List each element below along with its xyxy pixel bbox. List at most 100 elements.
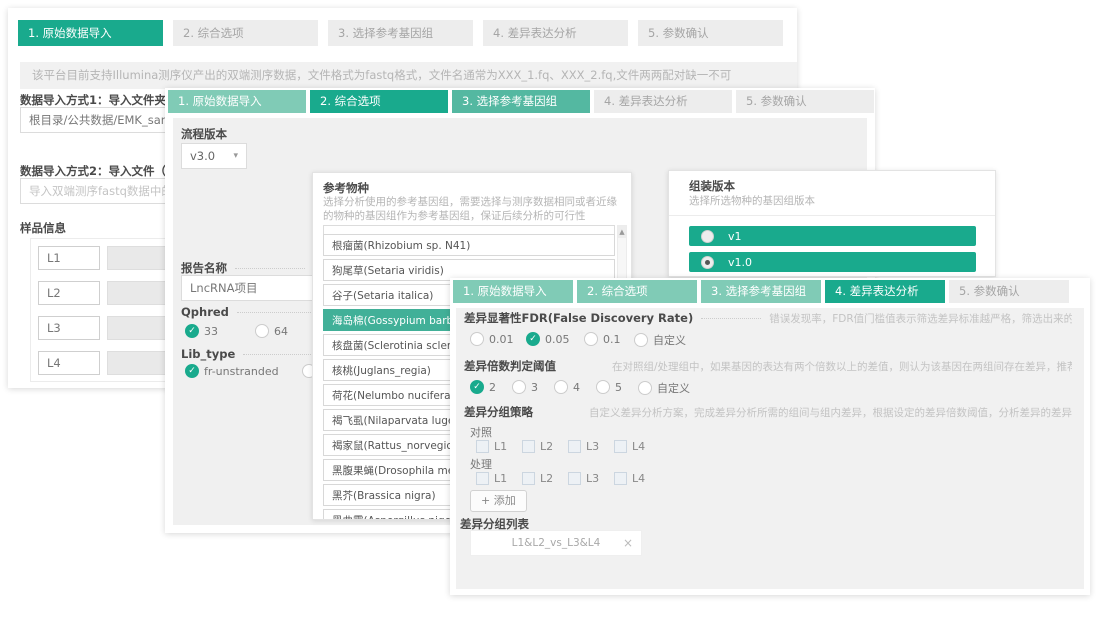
checkbox-unchecked-icon — [522, 472, 535, 485]
fold-change-hint: 在对照组/处理组中，如果基因的表达有两个倍数以上的差值，则认为该基因在两组间存在… — [612, 359, 1072, 374]
radio-unchecked-icon — [470, 332, 484, 346]
app-root: 1. 原始数据导入 2. 综合选项 3. 选择参考基因组 4. 差异表达分析 5… — [0, 0, 1103, 624]
step-bar: 1. 原始数据导入 2. 综合选项 3. 选择参考基因组 4. 差异表达分析 5… — [453, 280, 1073, 303]
tab-step-1[interactable]: 1. 原始数据导入 — [18, 20, 163, 46]
window-diff-expression: 1. 原始数据导入 2. 综合选项 3. 选择参考基因组 4. 差异表达分析 5… — [450, 278, 1090, 595]
radio-unchecked-icon — [554, 380, 568, 394]
report-name-label: 报告名称 — [181, 260, 227, 276]
fdr-custom-radio[interactable]: 自定义 — [634, 332, 686, 348]
assembly-option-v1.0-selected[interactable]: v1.0 — [689, 252, 976, 272]
pipeline-version-value: v3.0 — [190, 144, 215, 168]
fold-change-label: 差异倍数判定阈值 — [464, 358, 556, 374]
radio-checked-icon: ✓ — [185, 324, 199, 338]
qphred-label: Qphred — [181, 305, 229, 319]
sample-name-input[interactable]: L3 — [38, 316, 100, 340]
sample-name-input[interactable]: L4 — [38, 351, 100, 375]
fdr-0.01-radio[interactable]: 0.01 — [470, 332, 514, 346]
qphred-64-radio[interactable]: 64 — [255, 324, 288, 338]
sample-info-label: 样品信息 — [20, 220, 66, 236]
step-bar: 1. 原始数据导入 2. 综合选项 3. 选择参考基因组 4. 差异表达分析 5… — [18, 20, 793, 46]
tab-step-1[interactable]: 1. 原始数据导入 — [168, 90, 306, 113]
control-L2-checkbox[interactable]: L2 — [522, 440, 553, 453]
fold-custom-radio[interactable]: 自定义 — [638, 380, 690, 396]
fdr-0.05-radio[interactable]: ✓ 0.05 — [526, 332, 570, 346]
tab-step-3[interactable]: 3. 选择参考基因组 — [328, 20, 473, 46]
dotted-leader — [564, 366, 604, 367]
platform-notice: 该平台目前支持Illumina测序仪产出的双端测序数据，文件格式为fastq格式… — [20, 62, 797, 89]
control-L3-checkbox[interactable]: L3 — [568, 440, 599, 453]
pipeline-version-label: 流程版本 — [181, 126, 227, 142]
remove-tag-icon[interactable]: × — [623, 531, 633, 555]
radio-checked-icon: ✓ — [470, 380, 484, 394]
dotted-leader — [235, 267, 305, 269]
divider — [669, 215, 995, 216]
fold-4-radio[interactable]: 4 — [554, 380, 580, 394]
radio-unchecked-icon — [634, 333, 648, 347]
species-panel-title: 参考物种 — [323, 180, 369, 196]
radio-unchecked-icon — [584, 332, 598, 346]
radio-unchecked-icon — [638, 381, 652, 395]
group-strategy-label: 差异分组策略 — [464, 404, 533, 420]
tab-step-5[interactable]: 5. 参数确认 — [949, 280, 1069, 303]
assembly-version-panel: 组装版本 选择所选物种的基因组版本 v1 v1.0 — [668, 170, 996, 277]
treatment-group-label: 处理 — [470, 456, 492, 472]
radio-unchecked-icon — [596, 380, 610, 394]
sample-name-input[interactable]: L1 — [38, 246, 100, 270]
dotted-leader — [237, 311, 313, 313]
tab-step-4[interactable]: 4. 差异表达分析 — [594, 90, 732, 113]
control-L4-checkbox[interactable]: L4 — [614, 440, 645, 453]
fold-2-radio[interactable]: ✓ 2 — [470, 380, 496, 394]
tab-step-1[interactable]: 1. 原始数据导入 — [453, 280, 573, 303]
group-strategy-hint: 自定义差异分析方案，完成差异分析所需的组间与组内差异，根据设定的差异倍数阈值，分… — [589, 405, 1072, 420]
scroll-up-icon[interactable]: ▲ — [618, 226, 626, 238]
fold-5-radio[interactable]: 5 — [596, 380, 622, 394]
fdr-hint: 错误发现率，FDR值门槛值表示筛选差异标准越严格，筛选出来的差异基因结果越少，推… — [769, 311, 1072, 326]
dotted-leader — [243, 353, 313, 355]
treatment-L4-checkbox[interactable]: L4 — [614, 472, 645, 485]
tab-step-3[interactable]: 3. 选择参考基因组 — [701, 280, 821, 303]
add-comparison-button[interactable]: + 添加 — [470, 490, 527, 512]
checkbox-unchecked-icon — [568, 440, 581, 453]
radio-checked-icon — [701, 256, 714, 269]
libtype-fr-unstranded-radio[interactable]: ✓ fr-unstranded — [185, 364, 279, 378]
control-L1-checkbox[interactable]: L1 — [476, 440, 507, 453]
tab-step-5[interactable]: 5. 参数确认 — [638, 20, 783, 46]
radio-checked-icon: ✓ — [185, 364, 199, 378]
radio-unchecked-icon — [701, 230, 714, 243]
checkbox-unchecked-icon — [522, 440, 535, 453]
tab-step-5[interactable]: 5. 参数确认 — [736, 90, 874, 113]
treatment-L1-checkbox[interactable]: L1 — [476, 472, 507, 485]
treatment-L3-checkbox[interactable]: L3 — [568, 472, 599, 485]
fdr-0.1-radio[interactable]: 0.1 — [584, 332, 621, 346]
qphred-33-radio[interactable]: ✓ 33 — [185, 324, 218, 338]
assembly-panel-description: 选择所选物种的基因组版本 — [689, 193, 815, 208]
pipeline-version-select[interactable]: v3.0 ▾ — [181, 143, 247, 169]
plus-icon: + — [481, 494, 490, 507]
tab-step-4[interactable]: 4. 差异表达分析 — [483, 20, 628, 46]
libtype-label: Lib_type — [181, 347, 235, 361]
treatment-L2-checkbox[interactable]: L2 — [522, 472, 553, 485]
tab-step-3[interactable]: 3. 选择参考基因组 — [452, 90, 590, 113]
radio-checked-icon: ✓ — [526, 332, 540, 346]
species-item[interactable]: 根瘤菌(Rhizobium sp. N41) — [323, 234, 615, 256]
fdr-label: 差异显著性FDR(False Discovery Rate) — [464, 310, 693, 326]
species-panel-description: 选择分析使用的参考基因组，需要选择与测序数据相同或者近缘的物种的基因组作为参考基… — [323, 195, 619, 223]
dotted-leader — [701, 317, 761, 319]
assembly-option-v1[interactable]: v1 — [689, 226, 976, 246]
checkbox-unchecked-icon — [614, 472, 627, 485]
checkbox-unchecked-icon — [568, 472, 581, 485]
control-group-label: 对照 — [470, 424, 492, 440]
comparison-tag: L1&L2_vs_L3&L4 × — [470, 530, 642, 556]
tab-step-4[interactable]: 4. 差异表达分析 — [825, 280, 945, 303]
sample-name-input[interactable]: L2 — [38, 281, 100, 305]
step-bar: 1. 原始数据导入 2. 综合选项 3. 选择参考基因组 4. 差异表达分析 5… — [168, 90, 878, 113]
tab-step-2[interactable]: 2. 综合选项 — [310, 90, 448, 113]
fold-3-radio[interactable]: 3 — [512, 380, 538, 394]
tab-step-2[interactable]: 2. 综合选项 — [577, 280, 697, 303]
checkbox-unchecked-icon — [476, 472, 489, 485]
caret-down-icon: ▾ — [233, 144, 238, 168]
dotted-leader — [541, 412, 581, 413]
checkbox-unchecked-icon — [614, 440, 627, 453]
tab-step-2[interactable]: 2. 综合选项 — [173, 20, 318, 46]
import-mode-1-label: 数据导入方式1：导入文件夹 — [20, 92, 166, 108]
